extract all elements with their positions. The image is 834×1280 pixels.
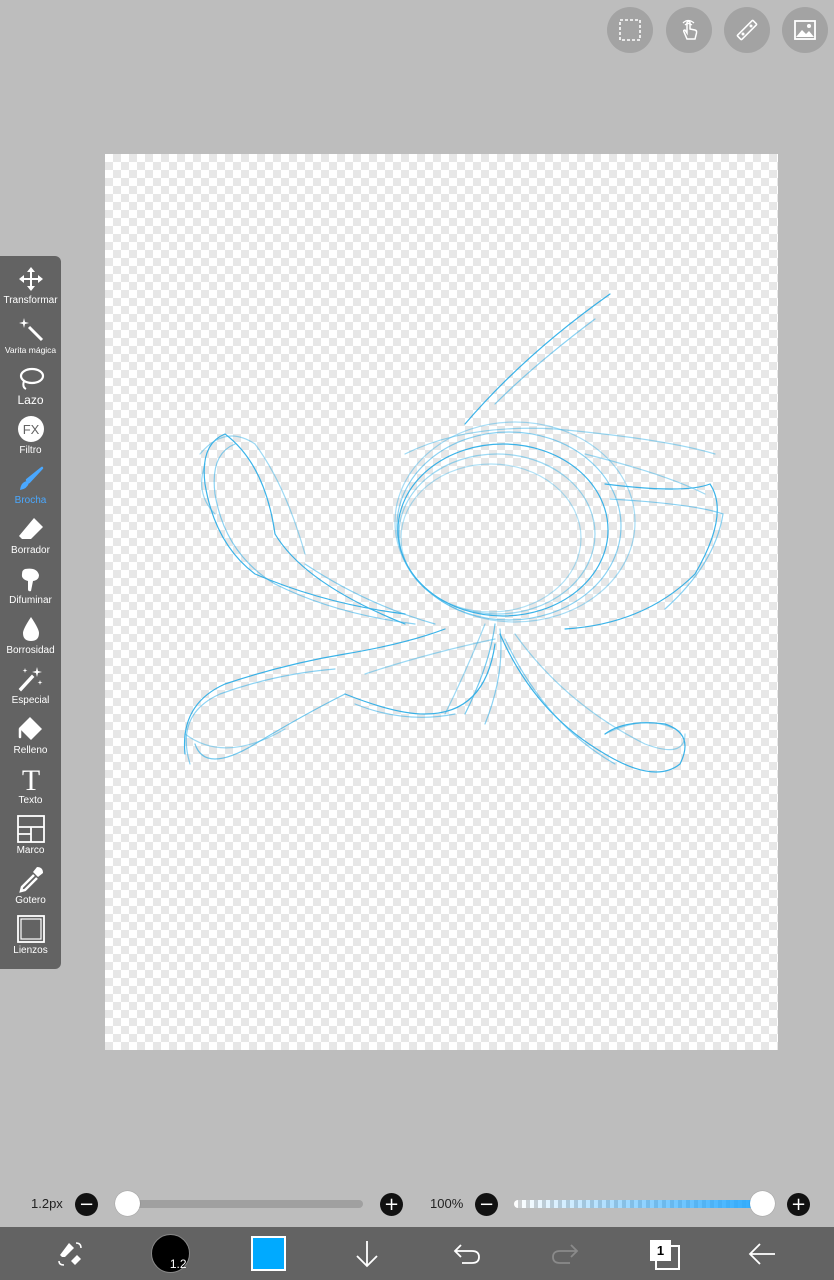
touch-button[interactable] — [666, 7, 712, 53]
tool-label: Relleno — [13, 745, 48, 756]
selection-button[interactable] — [607, 7, 653, 53]
svg-text:T: T — [21, 765, 39, 793]
tool-label: Borrador — [11, 545, 50, 556]
tool-label: Filtro — [19, 445, 42, 456]
tool-label: Lazo — [17, 393, 44, 407]
smudge-icon — [16, 564, 46, 594]
canvas-icon — [16, 914, 46, 944]
swap-brush-eraser-icon — [58, 1241, 82, 1266]
tool-label: Difuminar — [9, 595, 52, 606]
redo-icon — [552, 1243, 579, 1264]
undo-button[interactable] — [450, 1227, 484, 1280]
tool-special[interactable]: Especial — [0, 656, 61, 706]
download-button[interactable] — [352, 1227, 382, 1280]
tool-label: Lienzos — [13, 945, 48, 956]
magic-wand-icon — [16, 314, 46, 344]
tool-text[interactable]: T Texto — [0, 756, 61, 806]
tool-blur[interactable]: Borrosidad — [0, 606, 61, 656]
tool-label: Brocha — [14, 495, 47, 506]
tool-magic-wand[interactable]: Varita mágica — [0, 306, 61, 356]
brush-size-plus-button[interactable]: + — [380, 1193, 403, 1216]
brush-size-slider-thumb[interactable] — [115, 1191, 140, 1216]
tool-label: Varita mágica — [4, 345, 57, 355]
opacity-label: 100% — [430, 1196, 464, 1211]
text-icon: T — [16, 764, 46, 794]
tool-canvas[interactable]: Lienzos — [0, 906, 61, 956]
brush-size-preview-button[interactable]: 1.2 — [150, 1227, 190, 1280]
bottom-toolbar: 1.2 1 — [0, 1227, 834, 1280]
ibis-paint-screen: Transformar Varita mágica Lazo FX Filtro… — [0, 0, 834, 1280]
layer-count: 1 — [650, 1239, 671, 1261]
tool-eraser[interactable]: Borrador — [0, 506, 61, 556]
opacity-plus-button[interactable]: + — [787, 1193, 810, 1216]
tool-fill[interactable]: Relleno — [0, 706, 61, 756]
layers-button[interactable]: 1 — [648, 1227, 680, 1280]
brush-size-minus-button[interactable]: − — [75, 1193, 98, 1216]
tool-label: Especial — [11, 695, 50, 706]
brush-size-label: 1.2px — [31, 1196, 63, 1211]
tool-filter[interactable]: FX Filtro — [0, 406, 61, 456]
tool-panel: Transformar Varita mágica Lazo FX Filtro… — [0, 256, 61, 969]
brush-size-preview: 1.2 — [150, 1234, 190, 1273]
tool-label: Texto — [18, 795, 43, 806]
tool-frame[interactable]: Marco — [0, 806, 61, 856]
redo-button[interactable] — [548, 1227, 582, 1280]
slider-row: 1.2px − + 100% − + — [0, 1189, 834, 1219]
fx-icon: FX — [16, 414, 46, 444]
blur-drop-icon — [16, 614, 46, 644]
image-button[interactable] — [782, 7, 828, 53]
drawing-canvas[interactable] — [105, 154, 778, 1050]
ruler-icon — [736, 19, 758, 41]
undo-icon — [453, 1243, 480, 1264]
brush-icon — [16, 464, 46, 494]
tool-transform[interactable]: Transformar — [0, 256, 61, 306]
dashed-selection-icon — [619, 19, 641, 41]
bucket-fill-icon — [16, 714, 46, 744]
arrow-left-icon — [748, 1242, 775, 1265]
frame-icon — [16, 814, 46, 844]
brush-size-text: 1.2 — [169, 1257, 187, 1271]
svg-text:FX: FX — [22, 422, 39, 437]
sketch-strokes — [183, 293, 724, 773]
brush-size-slider-track[interactable] — [127, 1200, 363, 1208]
layers-icon: 1 — [650, 1239, 680, 1270]
eyedropper-icon — [16, 864, 46, 894]
image-icon — [794, 20, 816, 40]
arrow-down-icon — [356, 1240, 378, 1267]
tool-lasso[interactable]: Lazo — [0, 356, 61, 406]
opacity-minus-button[interactable]: − — [475, 1193, 498, 1216]
special-brush-icon — [16, 664, 46, 694]
swap-tools-button[interactable] — [50, 1227, 90, 1280]
tool-label: Gotero — [15, 895, 46, 906]
ruler-button[interactable] — [724, 7, 770, 53]
tool-brush[interactable]: Brocha — [0, 456, 61, 506]
hand-touch-icon — [682, 19, 698, 40]
back-button[interactable] — [745, 1227, 779, 1280]
tool-eyedropper[interactable]: Gotero — [0, 856, 61, 906]
tool-label: Borrosidad — [6, 645, 55, 656]
lasso-icon — [16, 364, 46, 394]
move-arrows-icon — [16, 264, 46, 294]
tool-label: Transformar — [3, 295, 58, 306]
tool-smudge[interactable]: Difuminar — [0, 556, 61, 606]
opacity-slider-thumb[interactable] — [750, 1191, 775, 1216]
tool-label: Marco — [16, 845, 45, 856]
color-button[interactable] — [250, 1227, 286, 1280]
eraser-icon — [16, 514, 46, 544]
opacity-slider-track[interactable] — [514, 1200, 764, 1208]
current-color-swatch — [250, 1236, 286, 1271]
